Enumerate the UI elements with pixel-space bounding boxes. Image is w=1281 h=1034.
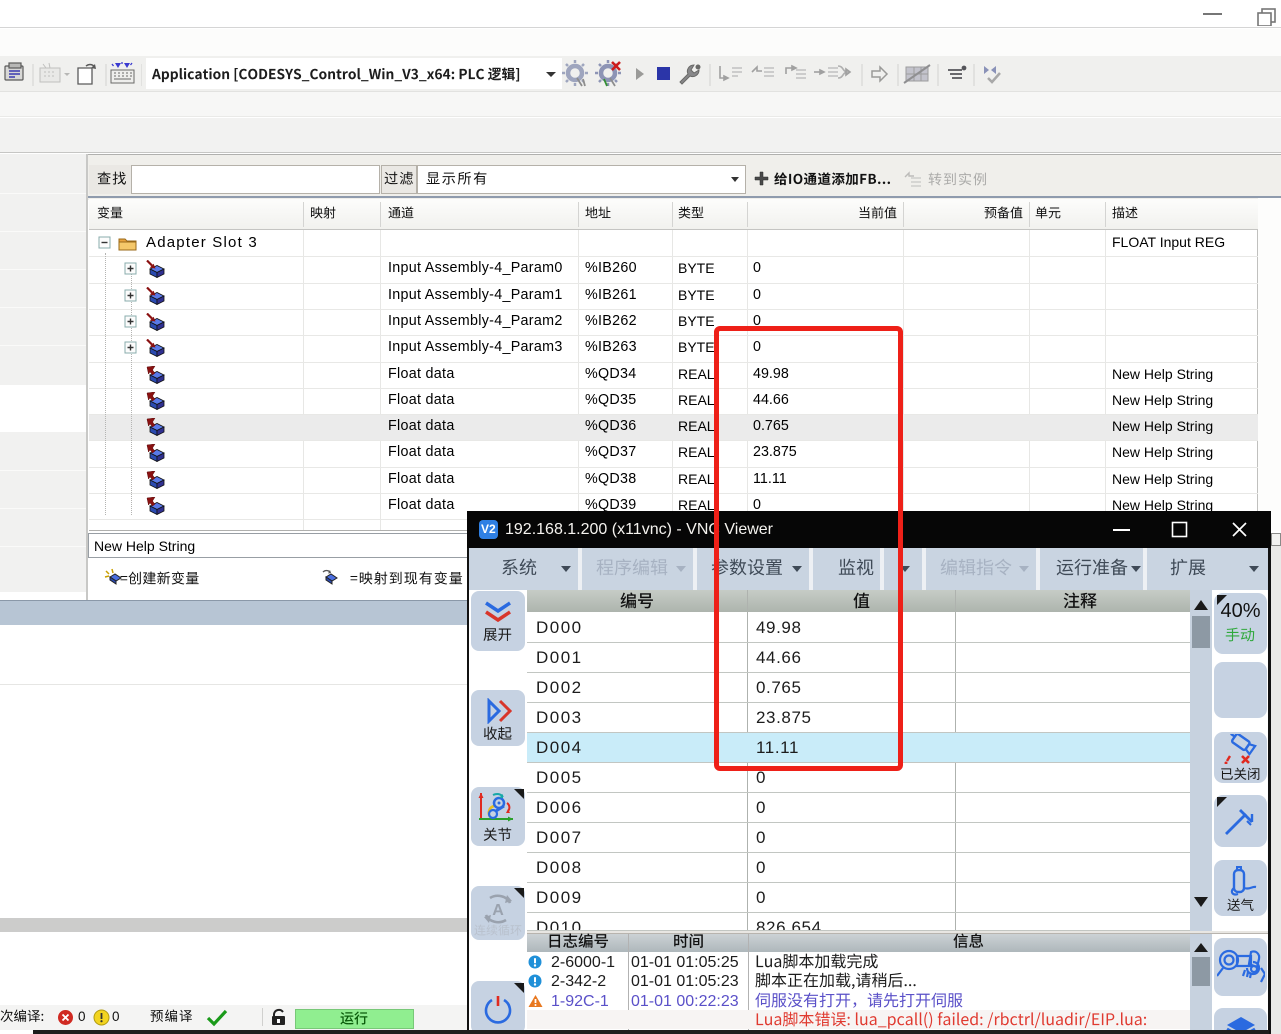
svg-text:A: A: [492, 902, 504, 919]
